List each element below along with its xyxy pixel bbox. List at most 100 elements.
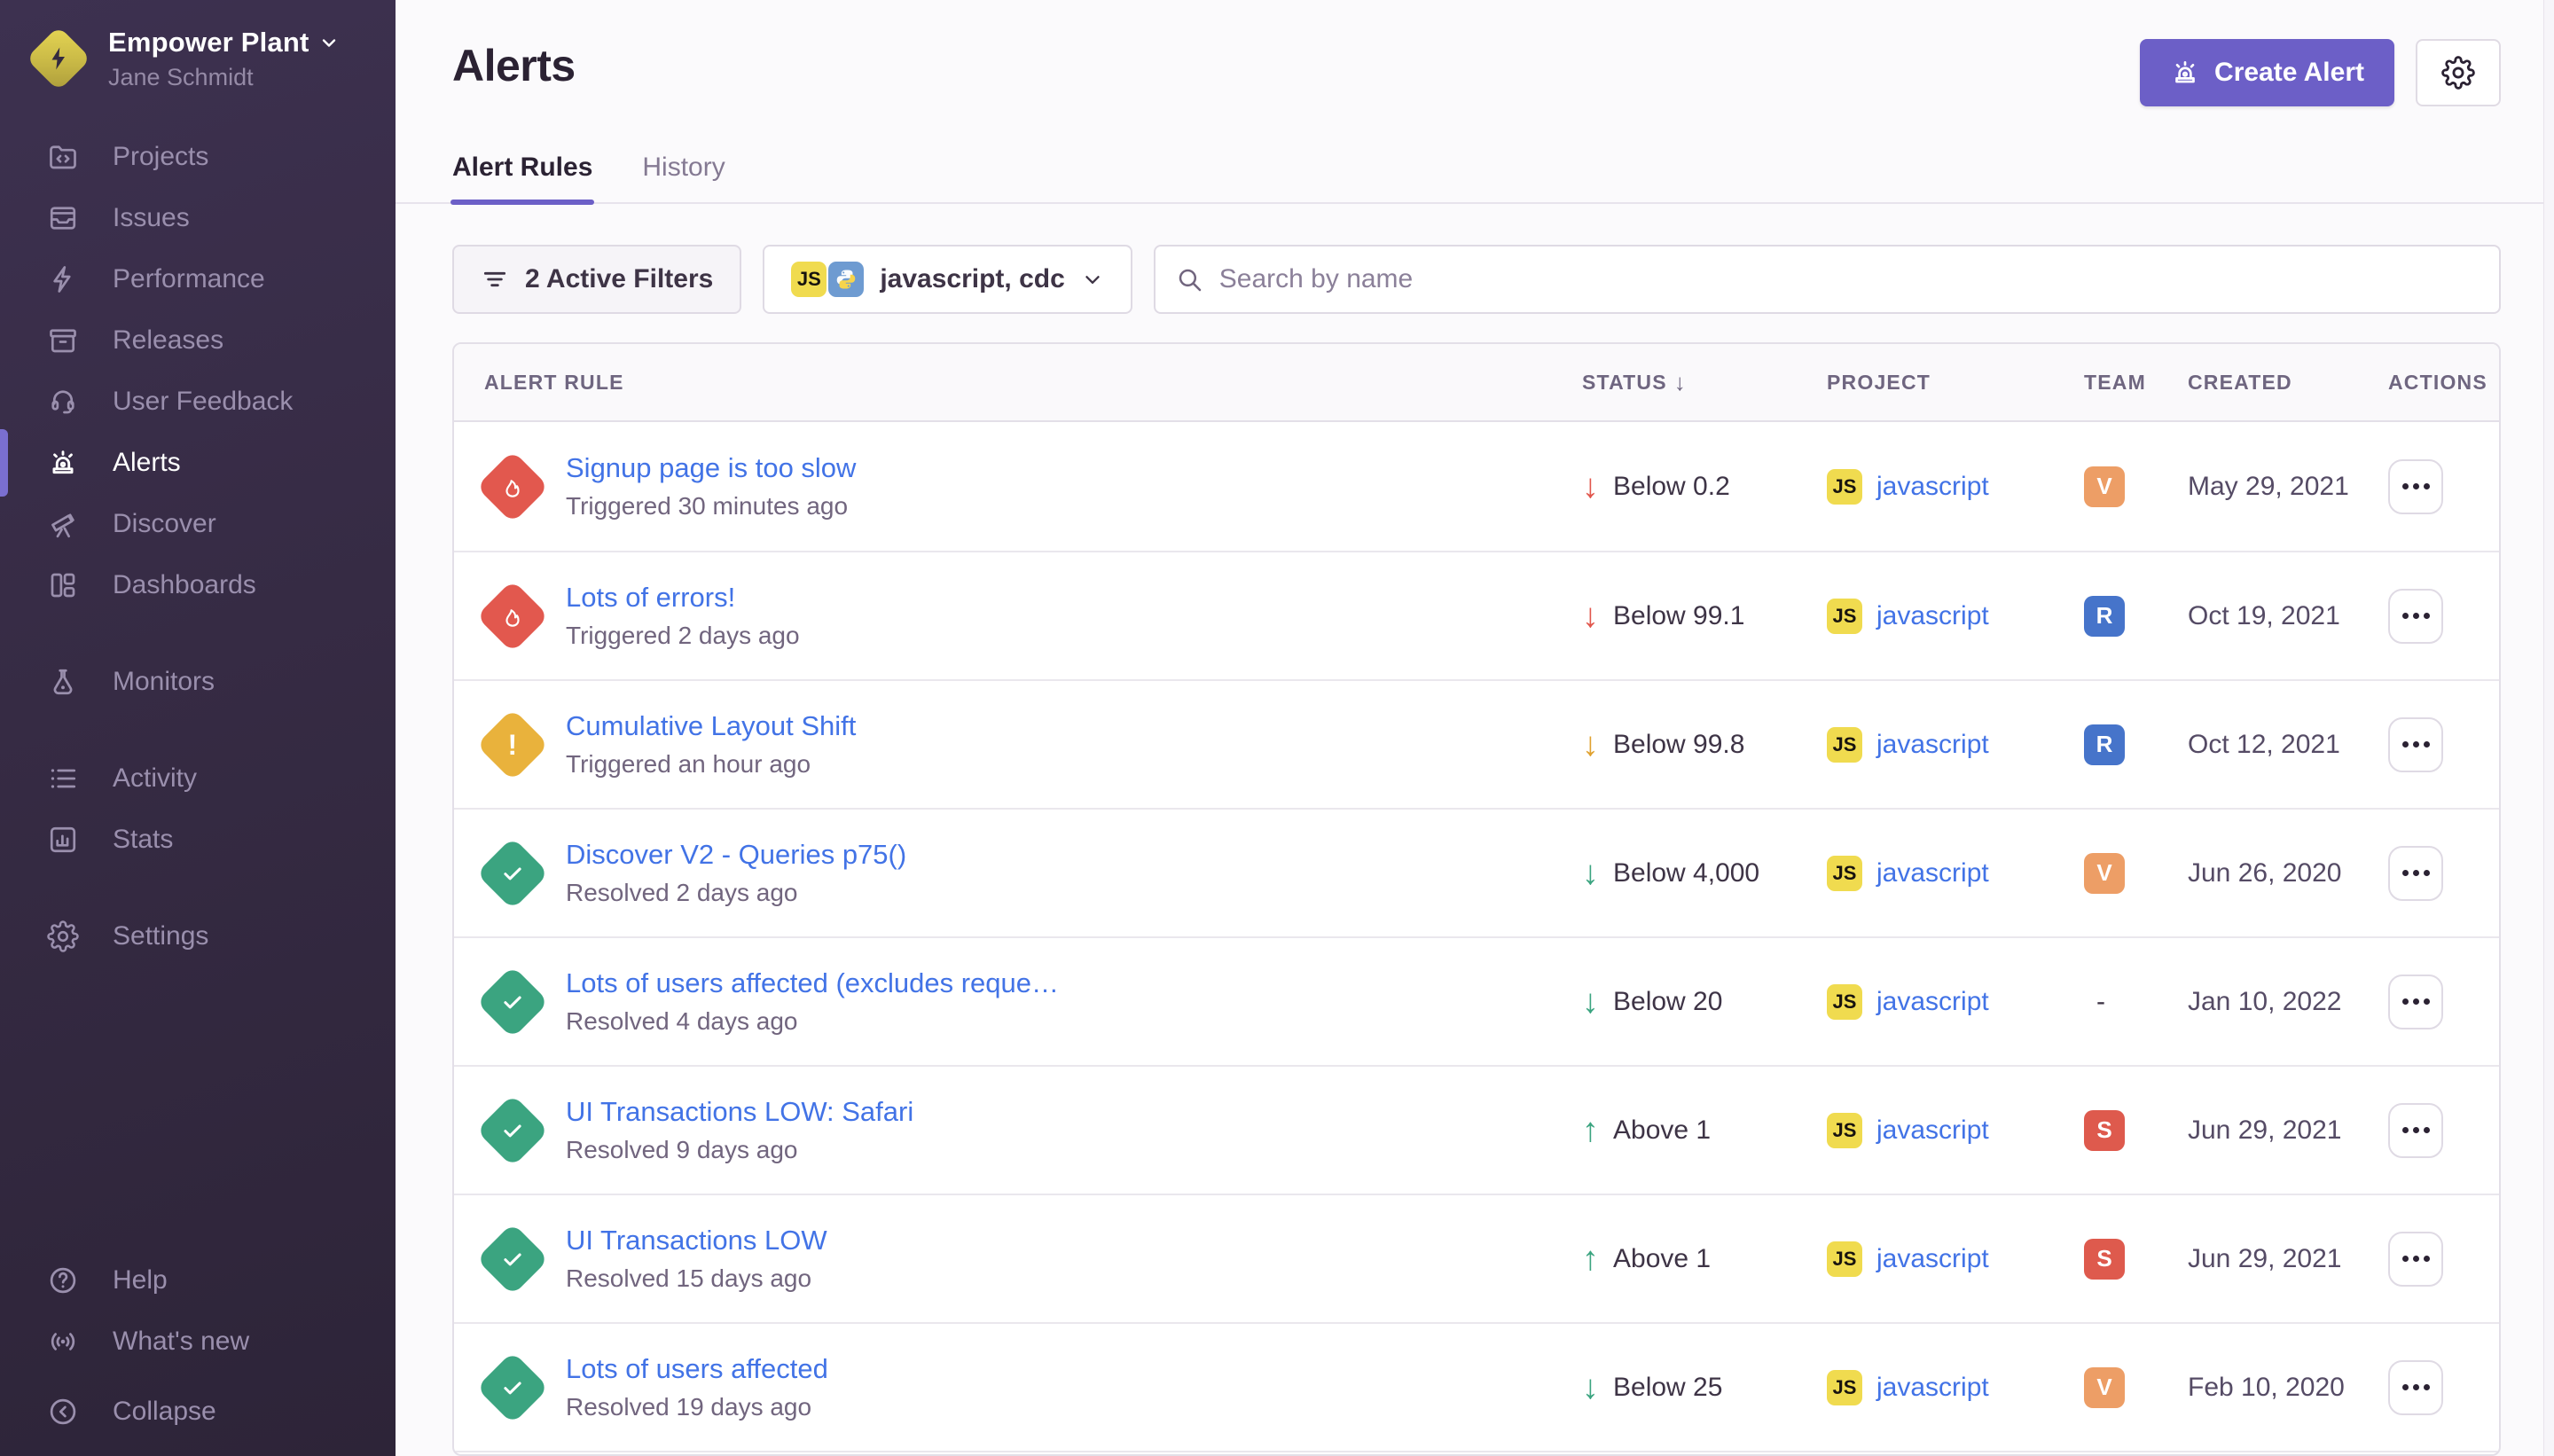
collapse-chevron-icon	[46, 1395, 80, 1429]
column-header-team: Team	[2084, 371, 2188, 395]
alert-rule-link[interactable]: Lots of users affected (excludes reque…	[566, 967, 1059, 999]
row-actions-button[interactable]	[2388, 459, 2443, 514]
sidebar-item-dashboards[interactable]: Dashboards	[0, 555, 396, 616]
created-date: Jan 10, 2022	[2188, 987, 2388, 1017]
project-link[interactable]: javascript	[1876, 601, 1989, 631]
sidebar-item-label: Releases	[113, 325, 223, 356]
sidebar-item-releases[interactable]: Releases	[0, 310, 396, 372]
issues-stack-icon	[46, 201, 80, 235]
ellipsis-icon	[2413, 998, 2419, 1005]
status-threshold: Below 0.2	[1613, 472, 1730, 502]
row-actions-button[interactable]	[2388, 717, 2443, 772]
alert-rule-status-text: Resolved 19 days ago	[566, 1393, 828, 1421]
alert-rule-status-text: Resolved 4 days ago	[566, 1007, 1059, 1036]
tab-alert-rules[interactable]: Alert Rules	[452, 153, 592, 202]
filter-bar: 2 Active Filters JS javascript, cdc	[452, 245, 2501, 314]
javascript-platform-icon: JS	[791, 262, 827, 297]
sidebar-item-user-feedback[interactable]: User Feedback	[0, 372, 396, 433]
sidebar-item-monitors[interactable]: Monitors	[0, 652, 396, 713]
alert-rule-link[interactable]: Signup page is too slow	[566, 452, 856, 484]
table-row-partial	[454, 1451, 2499, 1456]
row-actions-button[interactable]	[2388, 1103, 2443, 1158]
lightning-icon	[46, 262, 80, 296]
created-date: Jun 29, 2021	[2188, 1115, 2388, 1146]
gear-icon	[2441, 56, 2475, 90]
arrow-down-icon: ↓	[1582, 599, 1599, 633]
alert-rule-link[interactable]: UI Transactions LOW	[566, 1225, 827, 1256]
sidebar-item-activity[interactable]: Activity	[0, 748, 396, 810]
project-link[interactable]: javascript	[1876, 472, 1989, 502]
search-box	[1154, 245, 2501, 314]
team-avatar: V	[2084, 466, 2125, 507]
status-threshold: Below 99.8	[1613, 730, 1744, 760]
project-link[interactable]: javascript	[1876, 858, 1989, 888]
arrow-up-icon: ↑	[1582, 1242, 1599, 1276]
team-avatar: R	[2084, 596, 2125, 637]
alert-rules-table: Alert Rule Status↓ Project Team Created …	[452, 342, 2501, 1456]
search-input[interactable]	[1154, 245, 2501, 314]
critical-alert-icon	[484, 458, 541, 515]
row-actions-button[interactable]	[2388, 846, 2443, 901]
table-row: Lots of users affected (excludes reque… …	[454, 936, 2499, 1065]
org-name: Empower Plant	[108, 27, 309, 59]
org-switcher[interactable]: Empower Plant Jane Schmidt	[0, 0, 396, 91]
active-filters-label: 2 Active Filters	[525, 264, 713, 294]
help-circle-icon	[46, 1264, 80, 1297]
sidebar-item-stats[interactable]: Stats	[0, 810, 396, 871]
column-header-status[interactable]: Status↓	[1582, 369, 1827, 396]
create-alert-button[interactable]: Create Alert	[2140, 39, 2394, 106]
resolved-alert-icon	[484, 845, 541, 902]
column-header-project: Project	[1827, 371, 2084, 395]
alert-rule-status-text: Resolved 9 days ago	[566, 1136, 913, 1164]
sidebar-item-projects[interactable]: Projects	[0, 127, 396, 188]
project-link[interactable]: javascript	[1876, 987, 1989, 1017]
alert-rule-link[interactable]: Lots of users affected	[566, 1353, 828, 1385]
project-link[interactable]: javascript	[1876, 730, 1989, 760]
status-threshold: Below 20	[1613, 987, 1722, 1017]
sidebar-item-whats-new[interactable]: What's new	[0, 1311, 396, 1372]
sidebar-item-label: Stats	[113, 825, 173, 855]
table-row: UI Transactions LOW: Safari Resolved 9 d…	[454, 1065, 2499, 1194]
sidebar-item-discover[interactable]: Discover	[0, 494, 396, 555]
team-avatar: V	[2084, 1367, 2125, 1408]
project-selector[interactable]: JS javascript, cdc	[763, 245, 1132, 314]
project-link[interactable]: javascript	[1876, 1373, 1989, 1403]
project-selector-label: javascript, cdc	[880, 264, 1064, 294]
sidebar-collapse-button[interactable]: Collapse	[0, 1381, 396, 1442]
sidebar: Empower Plant Jane Schmidt Projects Issu…	[0, 0, 396, 1456]
tab-history[interactable]: History	[642, 153, 725, 202]
javascript-platform-icon: JS	[1827, 1241, 1862, 1277]
sidebar-item-alerts[interactable]: Alerts	[0, 433, 396, 494]
sidebar-item-help[interactable]: Help	[0, 1249, 396, 1311]
scrollbar[interactable]	[2543, 0, 2554, 1456]
row-actions-button[interactable]	[2388, 975, 2443, 1029]
sidebar-item-settings[interactable]: Settings	[0, 906, 396, 967]
sidebar-item-performance[interactable]: Performance	[0, 249, 396, 310]
row-actions-button[interactable]	[2388, 1360, 2443, 1415]
row-actions-button[interactable]	[2388, 589, 2443, 644]
sidebar-item-label: Monitors	[113, 667, 215, 697]
active-filters-button[interactable]: 2 Active Filters	[452, 245, 741, 314]
resolved-alert-icon	[484, 1231, 541, 1288]
sidebar-item-label: Issues	[113, 203, 190, 233]
alert-settings-button[interactable]	[2416, 39, 2501, 106]
project-link[interactable]: javascript	[1876, 1115, 1989, 1146]
row-actions-button[interactable]	[2388, 1232, 2443, 1287]
user-name: Jane Schmidt	[108, 64, 340, 91]
chevron-down-icon	[1081, 268, 1104, 291]
created-date: Oct 12, 2021	[2188, 730, 2388, 760]
alert-rule-link[interactable]: UI Transactions LOW: Safari	[566, 1096, 913, 1128]
table-row: ! Cumulative Layout Shift Triggered an h…	[454, 679, 2499, 808]
javascript-platform-icon: JS	[1827, 599, 1862, 634]
sidebar-item-label: Alerts	[113, 448, 181, 478]
bar-chart-icon	[46, 823, 80, 857]
sidebar-item-label: Performance	[113, 264, 265, 294]
project-link[interactable]: javascript	[1876, 1244, 1989, 1274]
javascript-platform-icon: JS	[1827, 727, 1862, 763]
alert-rule-link[interactable]: Lots of errors!	[566, 582, 800, 614]
alert-rule-link[interactable]: Cumulative Layout Shift	[566, 710, 856, 742]
page-title: Alerts	[452, 39, 576, 92]
folder-code-icon	[46, 140, 80, 174]
sidebar-item-issues[interactable]: Issues	[0, 188, 396, 249]
alert-rule-link[interactable]: Discover V2 - Queries p75()	[566, 839, 906, 871]
